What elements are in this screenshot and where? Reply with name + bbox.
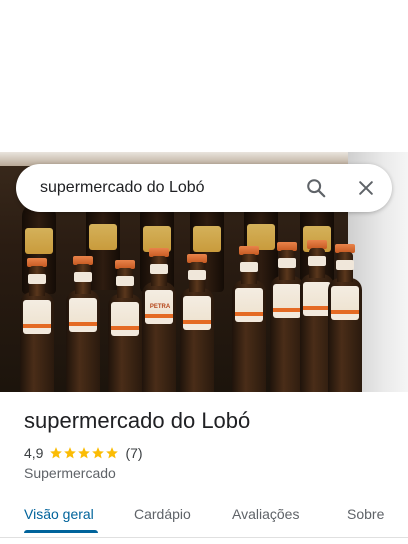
place-category: Supermercado <box>24 465 116 481</box>
close-icon <box>359 181 373 195</box>
photo-bottle <box>232 246 266 392</box>
photo-bottle <box>180 254 214 392</box>
photo-bottle <box>270 242 304 392</box>
star-icon <box>78 447 91 459</box>
star-icon <box>106 447 119 459</box>
review-count[interactable]: (7) <box>125 445 142 461</box>
active-tab-indicator <box>24 530 98 533</box>
photo-bottle <box>142 248 176 392</box>
rating-row[interactable]: 4,9 (7) <box>24 444 143 462</box>
star-icon <box>50 447 63 459</box>
tab-reviews[interactable]: Avaliações <box>232 496 299 532</box>
star-icon <box>64 447 77 459</box>
search-button[interactable] <box>300 172 332 204</box>
tab-overview[interactable]: Visão geral <box>24 496 94 532</box>
rating-value: 4,9 <box>24 445 44 461</box>
place-tabs: Visão geral Cardápio Avaliações Sobre <box>0 496 408 536</box>
tab-about[interactable]: Sobre <box>347 496 384 532</box>
tabs-divider <box>0 537 408 538</box>
photo-bottle-label-text: PETRA <box>149 304 171 310</box>
photo-bottle <box>108 260 142 392</box>
tab-menu[interactable]: Cardápio <box>134 496 191 532</box>
rating-stars <box>49 446 119 460</box>
search-icon <box>307 179 326 198</box>
photo-bottle <box>20 258 54 392</box>
star-icon <box>92 447 105 459</box>
place-title: supermercado do Lobó <box>24 408 251 433</box>
photo-bottle <box>66 256 100 392</box>
search-bar[interactable]: supermercado do Lobó <box>16 164 392 212</box>
map-blank-area <box>0 0 408 152</box>
photo-bottle <box>328 244 362 392</box>
search-input[interactable]: supermercado do Lobó <box>40 164 205 212</box>
close-button[interactable] <box>350 172 382 204</box>
